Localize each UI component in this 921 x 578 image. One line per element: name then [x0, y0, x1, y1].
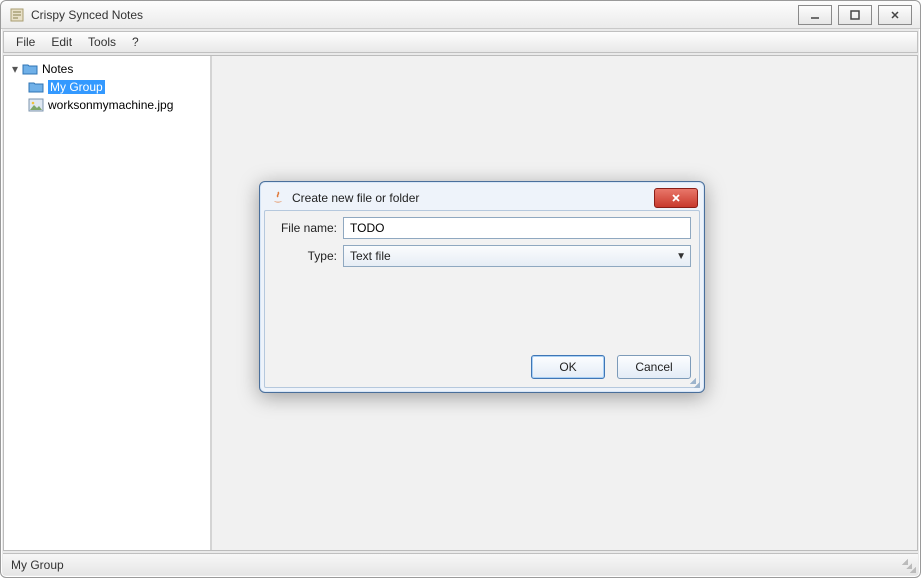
tree-item-label: My Group: [48, 80, 105, 94]
tree-root-label: Notes: [42, 62, 73, 76]
dialog-close-button[interactable]: [654, 188, 698, 208]
type-label: Type:: [273, 249, 337, 263]
minimize-button[interactable]: [798, 5, 832, 25]
window-title: Crispy Synced Notes: [31, 8, 143, 22]
collapse-icon[interactable]: ▾: [10, 62, 20, 76]
app-icon: [9, 7, 25, 23]
menubar: File Edit Tools ?: [3, 31, 918, 53]
filename-label: File name:: [273, 221, 337, 235]
dialog-body: File name: Type: Text file ▼ OK Cancel: [264, 210, 700, 388]
ok-button[interactable]: OK: [531, 355, 605, 379]
dialog-titlebar[interactable]: Create new file or folder: [264, 186, 700, 210]
menu-edit[interactable]: Edit: [45, 33, 78, 51]
titlebar[interactable]: Crispy Synced Notes: [1, 1, 920, 29]
java-icon: [270, 190, 286, 206]
statusbar: My Group: [3, 553, 918, 575]
resize-grip-icon[interactable]: [902, 559, 916, 573]
resize-grip-icon[interactable]: [684, 372, 700, 388]
maximize-button[interactable]: [838, 5, 872, 25]
image-icon: [28, 97, 44, 113]
type-select[interactable]: Text file ▼: [343, 245, 691, 267]
create-dialog: Create new file or folder File name: Typ…: [259, 181, 705, 393]
menu-tools[interactable]: Tools: [82, 33, 122, 51]
folder-icon: [22, 61, 38, 77]
menu-file[interactable]: File: [10, 33, 41, 51]
folder-icon: [28, 79, 44, 95]
tree-item-label: worksonmymachine.jpg: [48, 98, 173, 112]
chevron-down-icon: ▼: [676, 251, 686, 262]
tree-root[interactable]: ▾ Notes: [6, 60, 208, 78]
tree-item-file[interactable]: worksonmymachine.jpg: [6, 96, 208, 114]
app-window: Crispy Synced Notes File Edit Tools ? ▾ …: [0, 0, 921, 578]
menu-help[interactable]: ?: [126, 33, 145, 51]
window-controls: [798, 5, 912, 25]
close-button[interactable]: [878, 5, 912, 25]
type-value: Text file: [350, 249, 391, 263]
dialog-title: Create new file or folder: [292, 191, 419, 205]
filename-input[interactable]: [343, 217, 691, 239]
tree-item-folder[interactable]: My Group: [6, 78, 208, 96]
tree-panel[interactable]: ▾ Notes My Group worksonmymachine.jpg: [4, 56, 212, 550]
status-text: My Group: [11, 558, 64, 572]
cancel-button[interactable]: Cancel: [617, 355, 691, 379]
